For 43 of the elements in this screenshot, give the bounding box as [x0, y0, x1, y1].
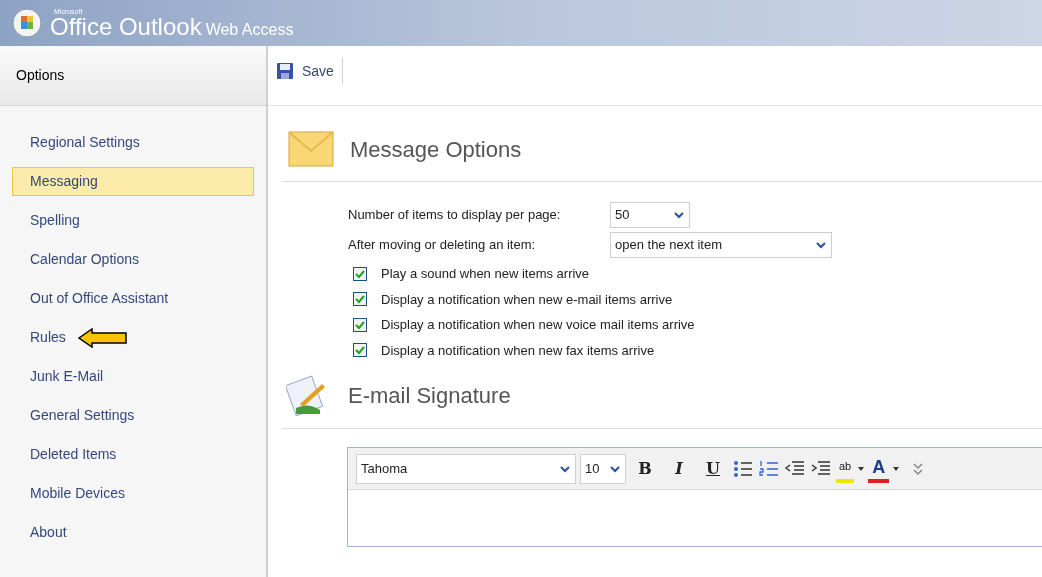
checkbox[interactable] [353, 266, 367, 281]
checkbox[interactable] [353, 317, 367, 332]
sidebar-item[interactable]: About [12, 518, 254, 547]
checkbox-label: Display a notification when new voice mail items arrive [381, 316, 695, 334]
italic-button[interactable]: I [664, 454, 694, 483]
brand-suffix: Web Access [205, 21, 294, 38]
checkbox[interactable] [353, 292, 367, 307]
brand-title: Office Outlook [50, 14, 202, 39]
sidebar-item[interactable]: Rules [12, 323, 254, 352]
sidebar-item[interactable]: Deleted Items [12, 440, 254, 469]
sidebar-item[interactable]: Out of Office Assistant [12, 284, 254, 313]
checkbox-label: Display a notification when new e-mail items arrive [381, 290, 673, 309]
sidebar-item[interactable]: Calendar Options [12, 245, 254, 274]
section-title: E-mail Signature [348, 381, 511, 410]
field-label: Number of items to display per page: [348, 206, 562, 225]
sidebar-item[interactable]: Junk E-Mail [12, 362, 254, 391]
checkbox[interactable] [353, 343, 367, 358]
size-dropdown[interactable]: 10 [580, 453, 626, 484]
checkbox-label: Play a sound when new items arrive [381, 265, 590, 283]
caret-icon[interactable] [893, 466, 900, 471]
font-dropdown[interactable]: Tahoma [356, 453, 576, 484]
sidebar-item[interactable]: General Settings [12, 401, 254, 430]
section-title: Message Options [350, 135, 522, 164]
bullet-list-icon[interactable] [732, 458, 754, 479]
bold-button[interactable]: B [630, 454, 660, 483]
sidebar-item[interactable]: Messaging [12, 167, 254, 196]
office-logo-icon [12, 8, 42, 38]
sidebar-item[interactable]: Mobile Devices [12, 479, 254, 508]
dropdown[interactable]: open the next item [610, 232, 832, 258]
sidebar-item[interactable]: Spelling [12, 206, 254, 235]
sidebar-item[interactable]: Regional Settings [12, 128, 254, 157]
dropdown[interactable]: 50 [610, 202, 690, 228]
numbered-list-icon[interactable] [758, 458, 780, 479]
sidebar-title: Options [16, 66, 65, 85]
caret-icon[interactable] [858, 466, 865, 471]
expand-icon[interactable] [911, 460, 926, 477]
field-label: After moving or deleting an item: [348, 236, 537, 255]
underline-button[interactable]: U [698, 454, 728, 483]
checkbox-label: Display a notification when new fax items arrive [381, 341, 655, 360]
font-color-button[interactable]: A [868, 454, 890, 483]
envelope-icon [288, 131, 334, 167]
highlight-button[interactable]: ab [836, 454, 855, 483]
save-button[interactable]: Save [268, 58, 343, 84]
